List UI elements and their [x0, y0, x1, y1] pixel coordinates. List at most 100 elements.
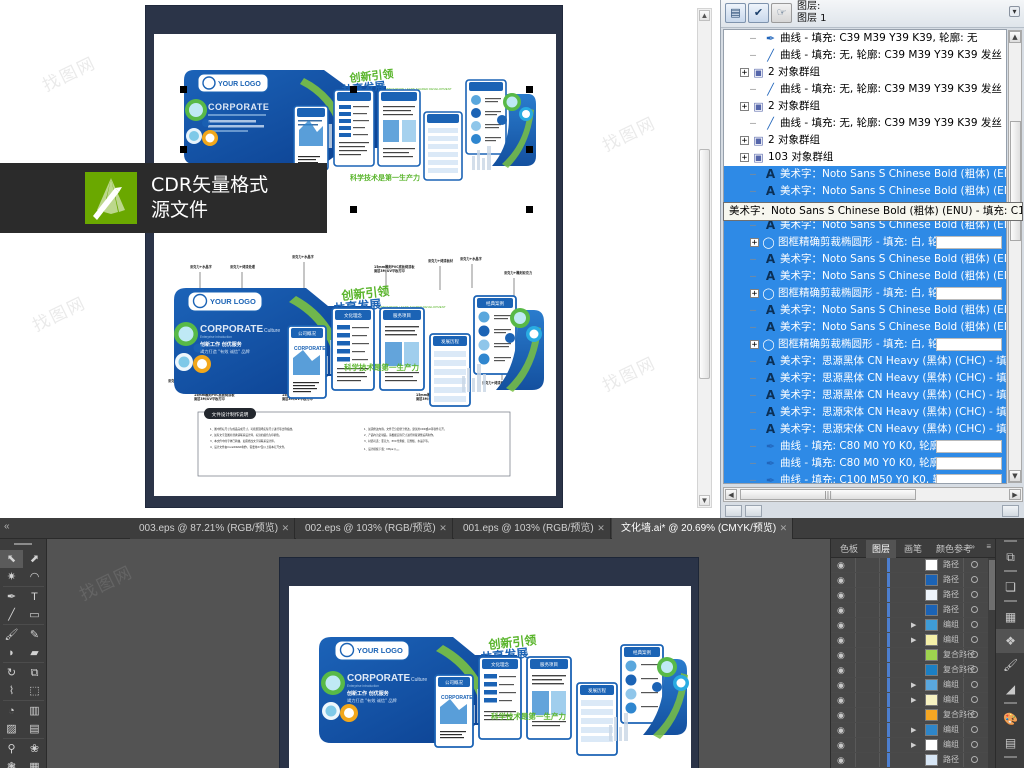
illustrator-canvas[interactable]: 找图网 找图网 找图网: [47, 539, 830, 768]
eyedropper-tool[interactable]: ⚲: [0, 740, 23, 758]
layer-row[interactable]: ◉ 路径: [831, 558, 996, 573]
coreldraw-document-frame[interactable]: YOUR LOGO CORPORATE 创新引领 共享发展 INNOVATION…: [145, 5, 563, 508]
fill-swatch[interactable]: [936, 440, 1002, 453]
close-icon[interactable]: ✕: [780, 518, 788, 539]
selection-handle[interactable]: [350, 206, 357, 213]
fill-swatch[interactable]: [936, 457, 1002, 470]
eraser-tool[interactable]: ▰: [23, 644, 46, 662]
layer-row[interactable]: ◉ ▶ 编组: [831, 678, 996, 693]
line-segment-tool[interactable]: ╱: [0, 606, 23, 624]
brushes-panel-button[interactable]: 🖌: [996, 653, 1024, 677]
delete-layer-button[interactable]: [1002, 505, 1019, 517]
object-list-row[interactable]: — ╱ 曲线 - 填充: 无, 轮廓: C39 M39 Y39 K39 发丝: [724, 115, 1006, 132]
edit-across-layers-icon[interactable]: ✔: [748, 3, 769, 23]
object-list-row[interactable]: +◯图框精确剪裁椭圆形 - 填充: 白, 轮廓: 无: [724, 234, 1006, 251]
object-list-row[interactable]: + ▣ 2 对象群组: [724, 132, 1006, 149]
object-list-row[interactable]: — A 美术字：Noto Sans S Chinese Bold (粗体) (ENU: [724, 319, 1006, 336]
object-list-row[interactable]: — ✒ 曲线 - 填充: C39 M39 Y39 K39, 轮廓: 无: [724, 30, 1006, 47]
visibility-eye-icon[interactable]: ◉: [837, 710, 845, 721]
fill-swatch[interactable]: [936, 338, 1002, 351]
expand-toggle-icon[interactable]: +: [740, 102, 749, 112]
transform-panel-button[interactable]: ⧉: [996, 545, 1024, 569]
illustrator-panel-group[interactable]: 色板 图层 画笔 颜色参考 » ≡ ◉ 路径 ◉ 路径 ◉ 路径 ◉ 路径 ◉ ▶ 编组 ◉ ▶ 编组 ◉ 复合路径…: [830, 539, 996, 768]
object-list-row[interactable]: — A 美术字：思源宋体 CN Heavy (黑体) (CHC) - 填充:: [724, 421, 1006, 438]
object-list[interactable]: — ✒ 曲线 - 填充: C39 M39 Y39 K39, 轮廓: 无 — ╱ 曲线 - …: [723, 29, 1007, 484]
target-circle-icon[interactable]: [971, 561, 978, 568]
object-list-vscrollbar[interactable]: ▲ ▼: [1008, 30, 1022, 483]
object-list-row[interactable]: — A 美术字：Noto Sans S Chinese Bold (粗体) (ENU: [724, 183, 1006, 200]
visibility-eye-icon[interactable]: ◉: [837, 620, 845, 631]
object-list-row[interactable]: — ✒ 曲线 - 填充: C80 M0 Y0 K0, 轮廓: 无: [724, 455, 1006, 472]
expand-toggle-icon[interactable]: +: [740, 136, 749, 146]
document-tab-bar[interactable]: « 003.eps @ 87.21% (RGB/预览) ✕ 002.eps @ 10…: [0, 518, 1024, 539]
expand-triangle-icon[interactable]: ▶: [911, 621, 916, 629]
blob-brush-tool[interactable]: ◗: [0, 644, 23, 662]
document-tab[interactable]: 003.eps @ 87.21% (RGB/预览) ✕: [130, 518, 296, 539]
close-icon[interactable]: ✕: [282, 518, 290, 539]
expand-triangle-icon[interactable]: ▶: [911, 681, 916, 689]
magic-wand-tool[interactable]: ✷: [0, 568, 23, 586]
color-panel-button[interactable]: 🎨: [996, 707, 1024, 731]
object-list-row[interactable]: — A 美术字：思源黑体 CN Heavy (黑体) (CHC) - 填充:: [724, 370, 1006, 387]
close-icon[interactable]: ✕: [597, 518, 605, 539]
illustrator-artboard-frame[interactable]: YOUR LOGO CORPORATE Culture Enterprise i…: [279, 557, 699, 768]
layer-row[interactable]: ◉ 路径: [831, 603, 996, 618]
object-list-row[interactable]: — ╱ 曲线 - 填充: 无, 轮廓: C39 M39 Y39 K39 发丝: [724, 81, 1006, 98]
object-list-hscrollbar[interactable]: ◀ ||| ▶: [723, 487, 1023, 502]
selection-handle[interactable]: [526, 146, 533, 153]
document-tab[interactable]: 001.eps @ 103% (RGB/预览) ✕: [454, 518, 611, 539]
selection-handle[interactable]: [180, 146, 187, 153]
layer-row[interactable]: ◉ 路径: [831, 753, 996, 768]
visibility-eye-icon[interactable]: ◉: [837, 575, 845, 586]
color-guide-panel-button[interactable]: ▤: [996, 731, 1024, 755]
layer-row[interactable]: ◉ 路径: [831, 588, 996, 603]
rotate-tool[interactable]: ↻: [0, 664, 23, 682]
expand-toggle-icon[interactable]: +: [740, 153, 749, 163]
expand-triangle-icon[interactable]: ▶: [911, 726, 916, 734]
new-layer-button[interactable]: [725, 505, 742, 517]
scale-tool[interactable]: ⧉: [23, 664, 46, 682]
visibility-eye-icon[interactable]: ◉: [837, 665, 845, 676]
selection-handle[interactable]: [526, 86, 533, 93]
layer-row[interactable]: ◉ 复合路径: [831, 663, 996, 678]
selection-tool[interactable]: ⬉: [0, 550, 23, 568]
scroll-left-arrow[interactable]: ◀: [725, 489, 737, 500]
visibility-eye-icon[interactable]: ◉: [837, 695, 845, 706]
panel-collapse-icon[interactable]: »: [971, 542, 975, 551]
expand-triangle-icon[interactable]: ▶: [911, 696, 916, 704]
target-circle-icon[interactable]: [971, 741, 978, 748]
object-list-row[interactable]: — A 美术字：思源黑体 CN Heavy (黑体) (CHC) - 填充:: [724, 387, 1006, 404]
type-tool[interactable]: T: [23, 588, 46, 606]
target-circle-icon[interactable]: [971, 756, 978, 763]
pathfinder-panel-button[interactable]: ❏: [996, 575, 1024, 599]
object-list-row[interactable]: +◯图框精确剪裁椭圆形 - 填充: 白, 轮廓: 无: [724, 285, 1006, 302]
coreldraw-page[interactable]: YOUR LOGO CORPORATE 创新引领 共享发展 INNOVATION…: [154, 34, 556, 496]
visibility-eye-icon[interactable]: ◉: [837, 650, 845, 661]
expand-toggle-icon[interactable]: +: [740, 68, 749, 78]
layer-row[interactable]: ◉ 路径: [831, 573, 996, 588]
visibility-eye-icon[interactable]: ◉: [837, 740, 845, 751]
paintbrush-tool[interactable]: 🖌: [0, 626, 23, 644]
layer-manager-view-icon[interactable]: ☞: [771, 3, 792, 23]
tabbar-collapse-icon[interactable]: «: [4, 521, 10, 532]
fill-swatch[interactable]: [936, 474, 1002, 483]
visibility-eye-icon[interactable]: ◉: [837, 605, 845, 616]
close-icon[interactable]: ✕: [439, 518, 447, 539]
rectangle-tool[interactable]: ▭: [23, 606, 46, 624]
scroll-up-arrow[interactable]: ▲: [699, 10, 710, 21]
layer-row[interactable]: ◉ ▶ 编组: [831, 618, 996, 633]
visibility-eye-icon[interactable]: ◉: [837, 725, 845, 736]
coreldraw-canvas-scrollbar[interactable]: ▲ ▼: [697, 8, 712, 508]
object-list-row[interactable]: — A 美术字：Noto Sans S Chinese Bold (粗体) (ENU: [724, 302, 1006, 319]
free-transform-tool[interactable]: ⬚: [23, 682, 46, 700]
scroll-down-arrow[interactable]: ▼: [1009, 470, 1021, 482]
scrollbar-thumb[interactable]: |||: [740, 489, 916, 500]
illustrator-toolbar[interactable]: ⬉⬈✷◠✒T╱▭🖌✎◗▰↻⧉⌇⬚◔▥▨▤⚲❀❃▦⊞✂: [0, 539, 47, 768]
layer-row[interactable]: ◉ ▶ 编组: [831, 633, 996, 648]
document-tab[interactable]: 002.eps @ 103% (RGB/预览) ✕: [296, 518, 453, 539]
visibility-eye-icon[interactable]: ◉: [837, 755, 845, 766]
object-list-row[interactable]: — A 美术字：思源宋体 CN Heavy (黑体) (CHC) - 填充:: [724, 404, 1006, 421]
width-tool[interactable]: ⌇: [0, 682, 23, 700]
visibility-eye-icon[interactable]: ◉: [837, 635, 845, 646]
pen-tool[interactable]: ✒: [0, 588, 23, 606]
